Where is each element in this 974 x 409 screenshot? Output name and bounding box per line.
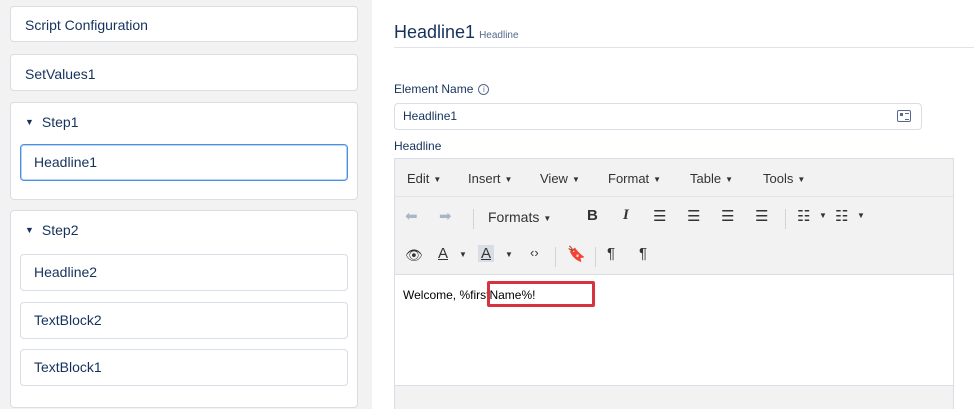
step-item-headline2[interactable]: Headline2 bbox=[20, 254, 348, 291]
step-item-textblock2[interactable]: TextBlock2 bbox=[20, 302, 348, 339]
chevron-down-icon[interactable]: ▼ bbox=[857, 211, 865, 220]
bookmark-icon[interactable]: 🔖 bbox=[567, 245, 586, 263]
element-name-value: Headline1 bbox=[403, 109, 458, 123]
step1-group: ▼ Step1 Headline1 bbox=[10, 102, 358, 200]
step-item-headline1[interactable]: Headline1 bbox=[20, 144, 348, 181]
toolbar-divider bbox=[473, 209, 474, 229]
element-detail-panel: Headline1 Headline Element Name i Headline… bbox=[372, 0, 974, 409]
align-right-icon[interactable]: ☰ bbox=[721, 207, 734, 225]
contact-card-icon[interactable] bbox=[897, 110, 911, 122]
toolbar-divider bbox=[785, 209, 786, 229]
content-welcome-text: Welcome, bbox=[403, 288, 460, 302]
formats-dropdown[interactable]: Formats ▼ bbox=[488, 209, 551, 225]
menu-table[interactable]: Table ▼ bbox=[690, 171, 733, 186]
step2-label: Step2 bbox=[41, 222, 79, 238]
formats-label: Formats bbox=[488, 209, 540, 225]
title-divider bbox=[394, 47, 974, 48]
chevron-down-icon: ▼ bbox=[543, 214, 552, 223]
redo-icon[interactable]: ➡ bbox=[439, 207, 452, 225]
chevron-down-icon: ▼ bbox=[653, 175, 662, 184]
align-left-icon[interactable]: ☰ bbox=[653, 207, 666, 225]
set-values-card[interactable]: SetValues1 bbox=[10, 54, 358, 91]
chevron-down-icon[interactable]: ▼ bbox=[505, 250, 513, 259]
ltr-direction-icon[interactable]: ¶ bbox=[607, 245, 615, 262]
menu-tools-label: Tools bbox=[763, 171, 794, 186]
script-configuration-label: Script Configuration bbox=[25, 17, 148, 33]
chevron-down-icon[interactable]: ▼ bbox=[819, 211, 827, 220]
menu-insert-label: Insert bbox=[468, 171, 501, 186]
numbered-list-icon[interactable]: ☷ bbox=[835, 207, 848, 225]
chevron-down-icon: ▼ bbox=[504, 175, 513, 184]
text-color-icon[interactable]: A bbox=[438, 245, 448, 262]
rtl-direction-icon[interactable]: ¶ bbox=[639, 245, 647, 262]
menu-table-label: Table bbox=[690, 171, 722, 186]
editor-content-area[interactable]: Welcome, %firstName%! bbox=[395, 275, 953, 385]
script-configuration-card[interactable]: Script Configuration bbox=[10, 6, 358, 42]
step1-header[interactable]: ▼ Step1 bbox=[25, 114, 79, 130]
chevron-down-icon: ▼ bbox=[725, 175, 733, 184]
script-tree-panel: Script Configuration SetValues1 ▼ Step1 H… bbox=[0, 0, 372, 409]
align-center-icon[interactable]: ☰ bbox=[687, 207, 700, 225]
menu-format[interactable]: Format ▼ bbox=[608, 171, 661, 186]
menu-insert[interactable]: Insert ▼ bbox=[468, 171, 512, 186]
menu-format-label: Format bbox=[608, 171, 650, 186]
merge-field-highlight-box bbox=[487, 281, 595, 307]
editor-statusbar bbox=[395, 385, 953, 409]
menu-view[interactable]: View ▼ bbox=[540, 171, 580, 186]
triangle-down-icon: ▼ bbox=[25, 225, 34, 235]
align-justify-icon[interactable]: ☰ bbox=[755, 207, 768, 225]
element-type: Headline bbox=[479, 30, 519, 41]
chevron-down-icon: ▼ bbox=[797, 175, 806, 184]
chevron-down-icon: ▼ bbox=[571, 175, 580, 184]
chevron-down-icon: ▼ bbox=[433, 175, 442, 184]
toolbar-divider bbox=[555, 247, 556, 267]
step1-label: Step1 bbox=[41, 114, 79, 130]
info-icon[interactable]: i bbox=[478, 84, 490, 95]
set-values-label: SetValues1 bbox=[25, 66, 96, 82]
element-name-input[interactable]: Headline1 bbox=[394, 103, 922, 130]
element-name-label-text: Element Name bbox=[394, 82, 474, 96]
editor-toolbar: Edit ▼ Insert ▼ View ▼ Format ▼ Table ▼ Tools… bbox=[395, 159, 953, 275]
bold-icon[interactable]: B bbox=[587, 207, 598, 224]
element-title: Headline1 Headline bbox=[394, 22, 519, 43]
editor-menubar: Edit ▼ Insert ▼ View ▼ Format ▼ Table ▼ Tools… bbox=[395, 159, 953, 197]
rich-text-editor: Edit ▼ Insert ▼ View ▼ Format ▼ Table ▼ Tools… bbox=[394, 158, 954, 409]
background-color-icon[interactable]: A bbox=[478, 245, 495, 262]
chevron-down-icon[interactable]: ▼ bbox=[459, 250, 467, 259]
italic-icon[interactable]: I bbox=[623, 207, 629, 224]
triangle-down-icon: ▼ bbox=[25, 117, 34, 127]
undo-icon[interactable]: ⬅ bbox=[405, 207, 418, 225]
menu-edit[interactable]: Edit ▼ bbox=[407, 171, 441, 186]
menu-view-label: View bbox=[540, 171, 568, 186]
step-item-textblock1[interactable]: TextBlock1 bbox=[20, 349, 348, 386]
menu-tools[interactable]: Tools ▼ bbox=[763, 171, 805, 186]
element-name-label: Element Name i bbox=[394, 82, 490, 96]
toolbar-divider bbox=[595, 247, 596, 267]
step2-header[interactable]: ▼ Step2 bbox=[25, 222, 79, 238]
source-code-icon[interactable]: ‹› bbox=[530, 245, 539, 260]
preview-eye-icon[interactable]: 👁 bbox=[405, 247, 423, 264]
menu-edit-label: Edit bbox=[407, 171, 430, 186]
headline-label: Headline bbox=[394, 139, 442, 153]
element-title-name: Headline1 bbox=[394, 22, 476, 42]
bullet-list-icon[interactable]: ☷ bbox=[797, 207, 810, 225]
step2-group: ▼ Step2 Headline2 TextBlock2 TextBlock1 bbox=[10, 210, 358, 408]
